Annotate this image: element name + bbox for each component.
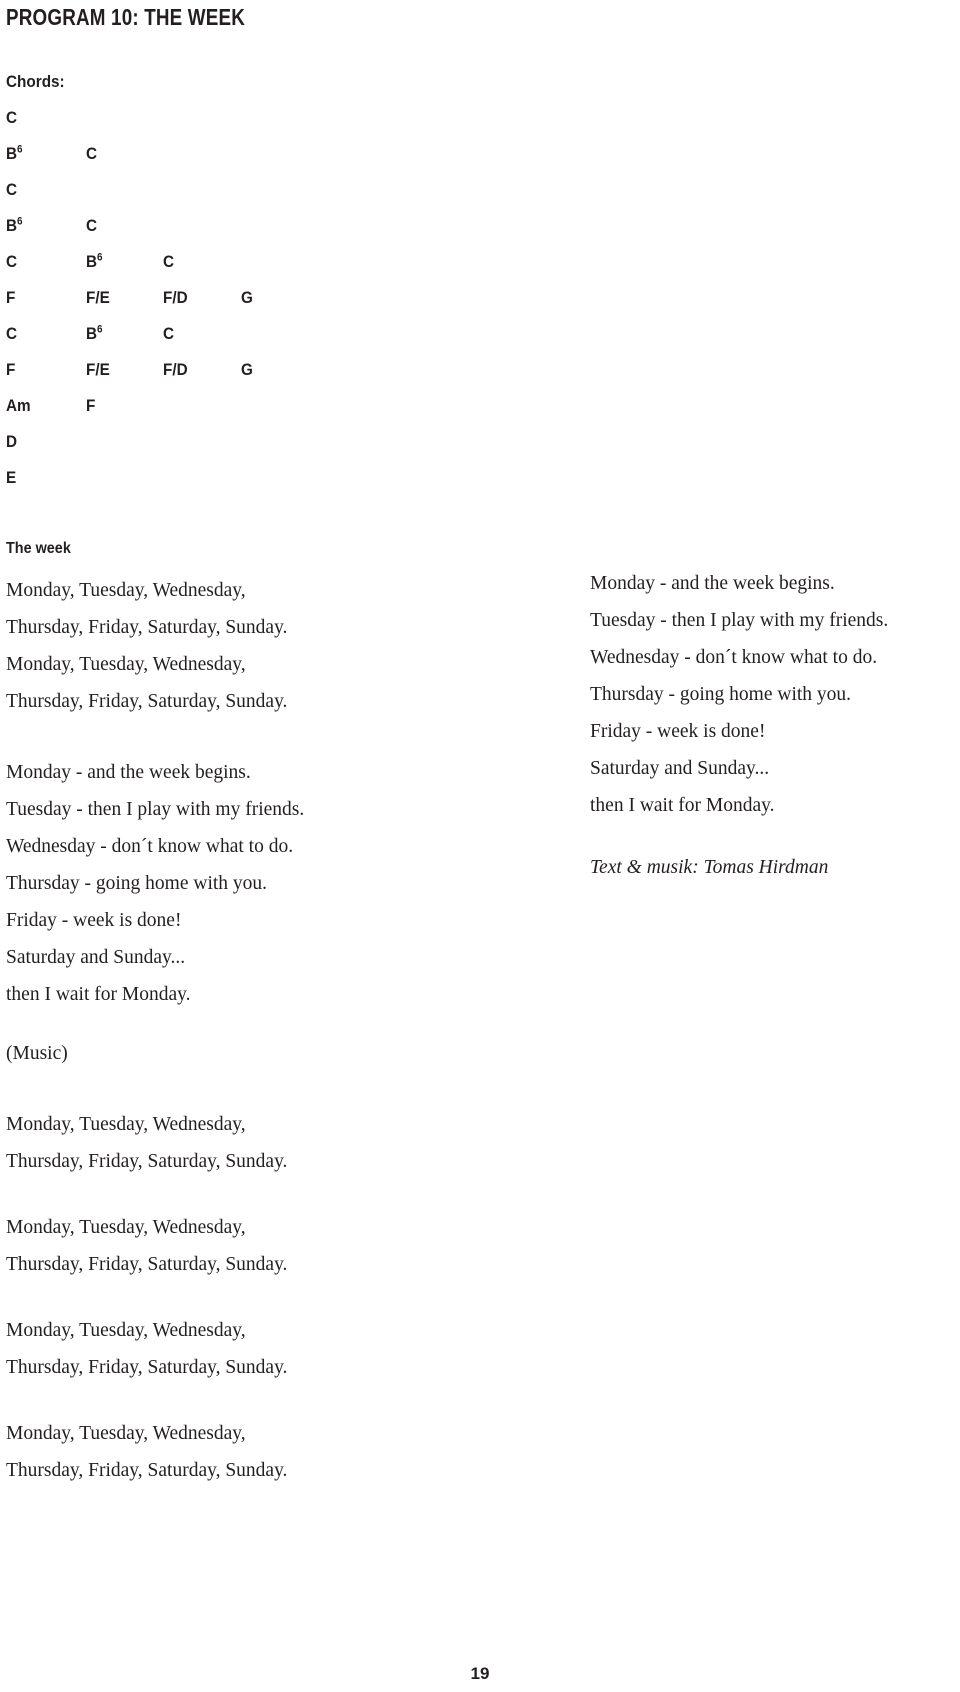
lyric-line: Monday, Tuesday, Wednesday, xyxy=(6,654,246,675)
chord-symbol: C xyxy=(6,252,18,271)
chord-row: E xyxy=(6,467,426,503)
lyric-line: Thursday - going home with you. xyxy=(6,873,268,894)
refrain-block: Monday, Tuesday, Wednesday, Thursday, Fri… xyxy=(6,1106,526,1180)
lyric-line: Tuesday - then I play with my friends. xyxy=(590,610,889,631)
chord-symbol: F xyxy=(86,396,96,415)
lyrics-lower-section: (Music) Monday, Tuesday, Wednesday, Thurs… xyxy=(6,1035,526,1489)
right-verse-1: Monday - and the week begins. Tuesday - t… xyxy=(590,565,960,824)
chord-symbol: C xyxy=(6,324,18,343)
chord-chart: C B6 C C B6 C C B6 C F F/E F/D G C B6 C F F/E F/D G Am F D E xyxy=(6,107,426,503)
lyric-line: Friday - week is done! xyxy=(590,721,766,742)
lyric-line: Monday, Tuesday, Wednesday, xyxy=(6,1423,246,1444)
music-cue: (Music) xyxy=(6,1043,68,1064)
lyric-line: Thursday, Friday, Saturday, Sunday. xyxy=(6,1460,288,1481)
lyrics-left-column: The week Monday, Tuesday, Wednesday, Thur… xyxy=(6,540,526,1013)
chord-symbol: C xyxy=(6,180,18,199)
page-title: PROGRAM 10: THE WEEK xyxy=(6,4,246,30)
chord-extension: 6 xyxy=(97,251,103,264)
chord-symbol: G xyxy=(241,288,253,307)
chord-row: B6 C xyxy=(6,143,426,179)
chord-row: F F/E F/D G xyxy=(6,359,426,395)
refrain-list: Monday, Tuesday, Wednesday, Thursday, Fri… xyxy=(6,1106,526,1489)
chord-symbol: F/E xyxy=(86,360,110,379)
chord-extension: 6 xyxy=(17,143,23,156)
lyric-line: Monday, Tuesday, Wednesday, xyxy=(6,1114,246,1135)
chord-symbol: B6 xyxy=(86,323,103,343)
chord-symbol: B6 xyxy=(6,215,23,235)
chord-symbol: Am xyxy=(6,396,31,415)
chord-symbol: G xyxy=(241,360,253,379)
lyric-line: Friday - week is done! xyxy=(6,910,182,931)
chord-symbol: B6 xyxy=(86,251,103,271)
chord-symbol: F xyxy=(6,360,16,379)
refrain-block: Monday, Tuesday, Wednesday, Thursday, Fri… xyxy=(6,1312,526,1386)
chord-symbol: C xyxy=(163,324,175,343)
chord-symbol: F/E xyxy=(86,288,110,307)
lyric-line: Thursday, Friday, Saturday, Sunday. xyxy=(6,617,288,638)
lyric-line: Thursday, Friday, Saturday, Sunday. xyxy=(6,1151,288,1172)
chord-extension: 6 xyxy=(17,215,23,228)
lyric-line: Saturday and Sunday... xyxy=(590,758,770,779)
chord-symbol: F/D xyxy=(163,360,188,379)
lyric-line: Wednesday - don´t know what to do. xyxy=(590,647,878,668)
chord-symbol: B6 xyxy=(6,143,23,163)
song-heading: The week xyxy=(6,540,71,557)
lyric-line: Monday - and the week begins. xyxy=(590,573,835,594)
chord-symbol: F/D xyxy=(163,288,188,307)
lyric-line: Saturday and Sunday... xyxy=(6,947,186,968)
credits-line: Text & musik: Tomas Hirdman xyxy=(590,857,829,878)
lyric-line: then I wait for Monday. xyxy=(590,795,775,816)
lyric-line: Thursday - going home with you. xyxy=(590,684,852,705)
refrain-block: Monday, Tuesday, Wednesday, Thursday, Fri… xyxy=(6,1415,526,1489)
chord-row: F F/E F/D G xyxy=(6,287,426,323)
chord-row: C xyxy=(6,179,426,215)
lyric-line: Thursday, Friday, Saturday, Sunday. xyxy=(6,1357,288,1378)
song-sheet-page: PROGRAM 10: THE WEEK Chords: C B6 C C B6 C C B6… xyxy=(0,0,960,1692)
chord-row: C B6 C xyxy=(6,251,426,287)
lyric-line: Thursday, Friday, Saturday, Sunday. xyxy=(6,691,288,712)
lyric-line: Monday - and the week begins. xyxy=(6,762,251,783)
refrain-block: Monday, Tuesday, Wednesday, Thursday, Fri… xyxy=(6,1209,526,1283)
chord-row: Am F xyxy=(6,395,426,431)
lyric-line: Tuesday - then I play with my friends. xyxy=(6,799,305,820)
left-verse-2: Monday - and the week begins. Tuesday - t… xyxy=(6,754,526,1013)
chord-symbol: C xyxy=(86,216,98,235)
lyric-line: Monday, Tuesday, Wednesday, xyxy=(6,1320,246,1341)
lyric-line: then I wait for Monday. xyxy=(6,984,191,1005)
chord-row: D xyxy=(6,431,426,467)
chord-symbol: D xyxy=(6,432,18,451)
chord-symbol: C xyxy=(86,144,98,163)
chord-symbol: C xyxy=(163,252,175,271)
chord-symbol: E xyxy=(6,468,17,487)
chord-symbol: F xyxy=(6,288,16,307)
chord-symbol: C xyxy=(6,108,18,127)
chords-label: Chords: xyxy=(6,72,65,91)
verse-spacer xyxy=(6,720,526,754)
chord-row: C B6 C xyxy=(6,323,426,359)
lyrics-right-column: Monday - and the week begins. Tuesday - t… xyxy=(590,565,960,886)
lyric-line: Monday, Tuesday, Wednesday, xyxy=(6,580,246,601)
chord-row: C xyxy=(6,107,426,143)
credits-spacer xyxy=(590,824,960,849)
music-cue-spacer xyxy=(6,1072,526,1106)
chord-extension: 6 xyxy=(97,323,103,336)
lyric-line: Wednesday - don´t know what to do. xyxy=(6,836,294,857)
lyric-line: Monday, Tuesday, Wednesday, xyxy=(6,1217,246,1238)
left-verse-1: Monday, Tuesday, Wednesday, Thursday, Fri… xyxy=(6,572,526,720)
lyric-line: Thursday, Friday, Saturday, Sunday. xyxy=(6,1254,288,1275)
page-number: 19 xyxy=(470,1664,490,1683)
chord-row: B6 C xyxy=(6,215,426,251)
